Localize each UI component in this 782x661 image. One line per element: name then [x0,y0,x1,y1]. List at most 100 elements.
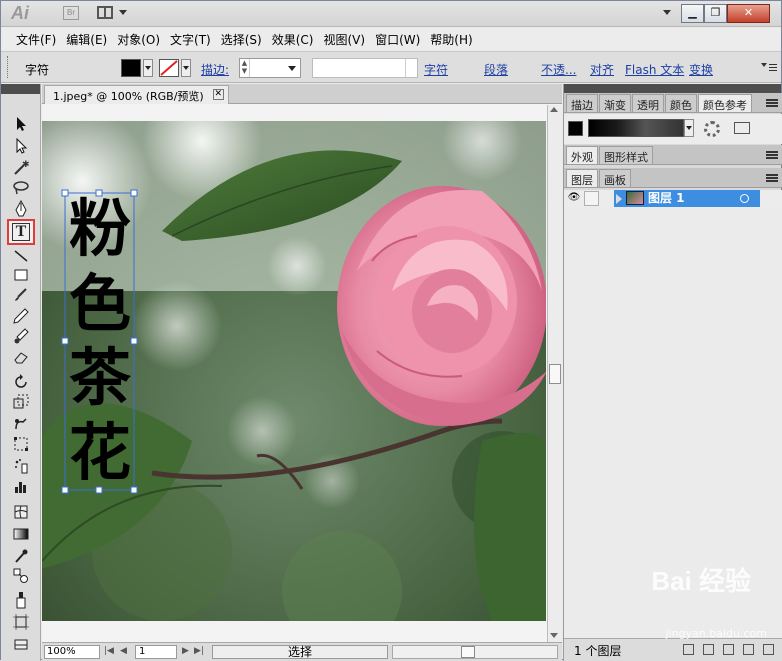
magic-wand-tool-icon[interactable]: ✱ [9,158,33,178]
locate-object-icon[interactable] [683,644,694,655]
lock-toggle[interactable] [584,191,599,206]
panel-menu-icon[interactable] [766,174,778,182]
close-tab-icon[interactable]: ✕ [212,89,224,100]
workspace-dropdown[interactable] [663,10,671,15]
menu-view[interactable]: 视图(V) [318,31,370,48]
eraser-tool-icon[interactable] [9,347,33,367]
tools-panel-header[interactable] [1,84,40,94]
tab-layers[interactable]: 图层 [566,169,598,187]
arrange-documents-button[interactable] [97,5,129,21]
panel-dock-header[interactable] [564,84,781,93]
stroke-weight-field[interactable]: ▲ ▼ [239,58,301,78]
tab-graphic-styles[interactable]: 图形样式 [599,146,653,164]
direct-selection-tool-icon[interactable] [9,136,33,156]
pencil-tool-icon[interactable] [9,306,33,326]
menu-object[interactable]: 对象(O) [112,31,165,48]
live-paint-tool-icon[interactable] [9,590,33,610]
vertical-text-object[interactable]: 粉 色 茶 花 [65,193,135,489]
close-button[interactable]: ✕ [727,4,770,23]
brush-definition-field[interactable] [312,58,418,78]
panel-grip[interactable] [7,56,10,78]
slice-tool-icon[interactable] [9,634,33,654]
next-artboard-icon[interactable]: ▶ [182,646,189,656]
link-opacity[interactable]: 不透... [541,61,576,78]
bridge-button[interactable]: Br [63,6,79,20]
rotate-tool-icon[interactable] [9,372,33,392]
panel-menu-icon[interactable] [766,99,778,107]
clipping-mask-icon[interactable] [703,644,714,655]
column-graph-tool-icon[interactable] [9,477,33,497]
previous-artboard-icon[interactable]: ◀ [120,646,127,656]
scroll-thumb[interactable] [549,364,561,384]
link-paragraph[interactable]: 段落 [484,61,508,78]
menu-edit[interactable]: 编辑(E) [61,31,112,48]
paintbrush-tool-icon[interactable] [9,285,33,305]
tab-stroke[interactable]: 描边 [566,94,598,112]
base-color-swatch[interactable] [568,121,583,136]
artboard-canvas[interactable]: 粉 色 茶 花 [42,121,546,621]
rectangle-tool-icon[interactable] [9,265,33,285]
menu-effect[interactable]: 效果(C) [267,31,319,48]
stroke-weight-stepper[interactable]: ▲ ▼ [240,59,250,77]
menu-type[interactable]: 文字(T) [165,31,216,48]
selection-tool-icon[interactable] [9,114,33,134]
link-character[interactable]: 字符 [424,61,448,78]
new-layer-icon[interactable] [743,644,754,655]
expand-triangle-icon[interactable] [616,194,622,204]
zoom-field[interactable]: 100% [44,645,100,659]
tab-color[interactable]: 颜色 [665,94,697,112]
document-tab[interactable]: 1.jpeg* @ 100% (RGB/预览) ✕ [44,85,229,104]
blob-brush-tool-icon[interactable] [9,326,33,346]
menu-file[interactable]: 文件(F) [11,31,61,48]
harmony-dropdown[interactable] [684,119,694,137]
menu-window[interactable]: 窗口(W) [370,31,425,48]
brush-dropdown[interactable] [405,59,417,77]
gradient-tool-icon[interactable] [9,524,33,544]
menu-select[interactable]: 选择(S) [216,31,267,48]
tab-artboards[interactable]: 画板 [599,169,631,187]
tab-transparency[interactable]: 透明 [632,94,664,112]
visibility-eye-icon[interactable]: 👁 [567,192,581,205]
layer-row[interactable]: 👁 图层 1 [564,190,782,207]
scroll-up-icon[interactable] [550,107,558,112]
minimize-button[interactable]: ▁ [681,4,704,23]
delete-layer-icon[interactable] [763,644,774,655]
scale-tool-icon[interactable] [9,392,33,412]
harmony-color-ramp[interactable] [588,119,684,137]
scroll-down-icon[interactable] [550,633,558,638]
link-align[interactable]: 对齐 [590,61,614,78]
artboard-number-field[interactable]: 1 [135,645,177,659]
lasso-tool-icon[interactable] [9,178,33,198]
type-tool-icon[interactable]: T [7,219,35,245]
vertical-scrollbar[interactable] [547,105,562,642]
new-sublayer-icon[interactable] [723,644,734,655]
blend-tool-icon[interactable] [9,566,33,586]
panel-menu-icon[interactable] [761,62,777,72]
stroke-dropdown[interactable] [181,59,191,77]
link-flash-text[interactable]: Flash 文本 [625,61,684,78]
panel-menu-icon[interactable] [766,151,778,159]
swatch-library-icon[interactable] [734,122,750,134]
stroke-label[interactable]: 描边: [201,61,229,78]
mesh-tool-icon[interactable] [9,502,33,522]
fill-dropdown[interactable] [143,59,153,77]
color-wheel-icon[interactable] [704,121,720,137]
first-artboard-icon[interactable]: |◀ [104,646,114,656]
target-circle-icon[interactable] [740,194,749,203]
last-artboard-icon[interactable]: ▶| [194,646,204,656]
horizontal-scrollbar[interactable] [392,645,558,659]
warp-tool-icon[interactable] [9,414,33,434]
tab-appearance[interactable]: 外观 [566,146,598,164]
tab-gradient[interactable]: 渐变 [599,94,631,112]
horizontal-scroll-thumb[interactable] [461,646,475,658]
free-transform-tool-icon[interactable] [9,434,33,454]
menu-help[interactable]: 帮助(H) [425,31,477,48]
artboard-tool-icon[interactable] [9,612,33,632]
tab-color-guide[interactable]: 颜色参考 [698,94,752,112]
status-mode[interactable]: 选择 [212,645,388,659]
stroke-swatch[interactable] [159,59,179,77]
pen-tool-icon[interactable] [9,199,33,219]
line-tool-icon[interactable] [9,246,33,266]
eyedropper-tool-icon[interactable] [9,546,33,566]
symbol-sprayer-tool-icon[interactable] [9,456,33,476]
